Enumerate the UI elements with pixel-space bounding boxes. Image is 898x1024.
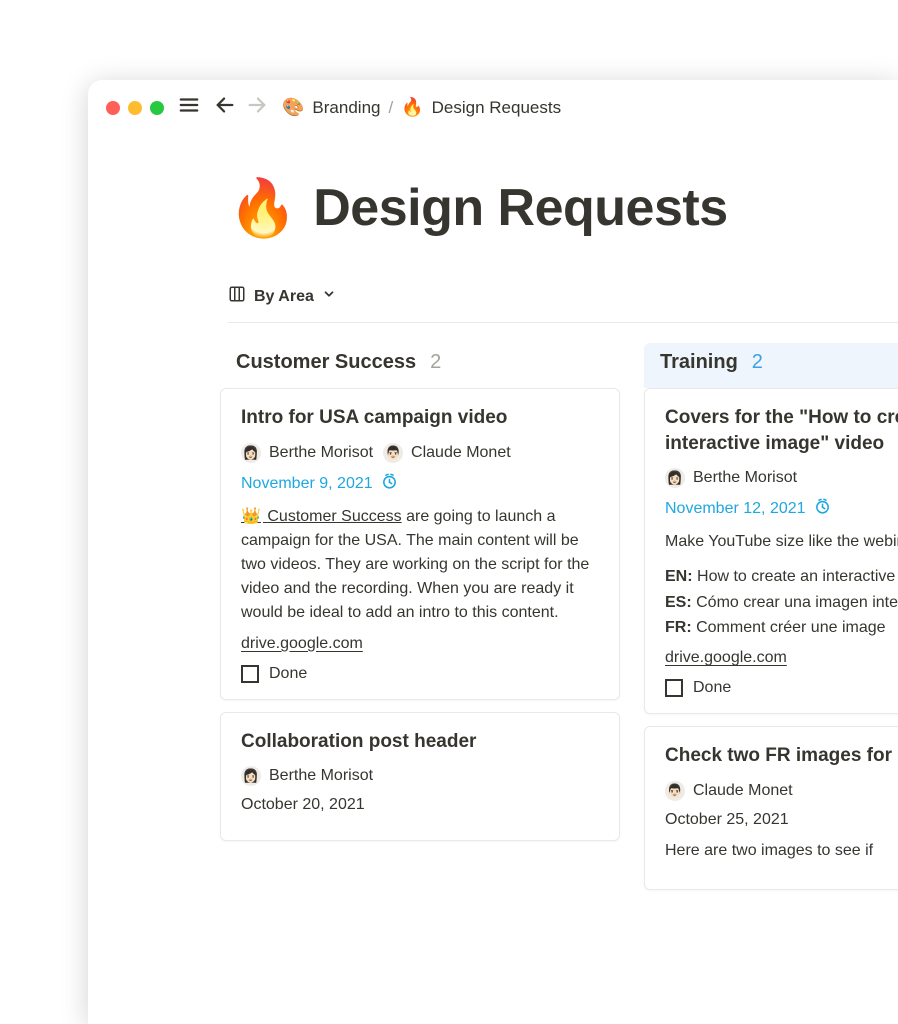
titlebar: 🎨 Branding / 🔥 Design Requests (88, 80, 898, 135)
card-covers-howto[interactable]: Covers for the "How to create an interac… (644, 388, 898, 714)
page-title-text: Design Requests (313, 178, 727, 238)
close-window-icon[interactable] (106, 101, 120, 115)
hamburger-icon[interactable] (178, 94, 200, 121)
person: 👩🏻 Berthe Morisot (241, 766, 373, 786)
language-list: EN: How to create an interactive ES: Cóm… (665, 564, 898, 641)
card-people: 👩🏻 Berthe Morisot (665, 468, 898, 488)
window-controls (106, 101, 164, 115)
column-training: Training 2 Covers for the "How to create… (644, 343, 898, 902)
card-title: Covers for the "How to create an interac… (665, 405, 898, 456)
page-mention[interactable]: 👑 Customer Success (241, 508, 402, 525)
card-link[interactable]: drive.google.com (241, 635, 599, 653)
avatar-icon: 👩🏻 (241, 443, 261, 463)
checkbox-icon[interactable] (241, 665, 259, 683)
person: 👩🏻 Berthe Morisot (241, 443, 373, 463)
board-icon (228, 285, 246, 308)
clock-icon (381, 473, 398, 495)
person-name: Berthe Morisot (269, 767, 373, 785)
card-people: 👩🏻 Berthe Morisot (241, 766, 599, 786)
person-name: Claude Monet (693, 782, 793, 800)
card-body: Here are two images to see if (665, 839, 898, 863)
card-date: October 25, 2021 (665, 811, 898, 829)
breadcrumb-parent[interactable]: Branding (312, 98, 380, 118)
date-text: November 9, 2021 (241, 475, 373, 493)
column-title: Customer Success (236, 351, 416, 374)
breadcrumb-separator: / (388, 98, 393, 118)
forward-arrow-icon[interactable] (246, 94, 268, 121)
done-label: Done (269, 665, 307, 683)
person: 👨🏻 Claude Monet (383, 443, 511, 463)
breadcrumb-current-emoji: 🔥 (401, 97, 423, 118)
date-text: October 20, 2021 (241, 796, 365, 814)
page-content: 🔥 Design Requests By Area Customer Succe… (88, 135, 898, 902)
done-checkbox-row[interactable]: Done (665, 679, 898, 697)
avatar-icon: 👩🏻 (241, 766, 261, 786)
minimize-window-icon[interactable] (128, 101, 142, 115)
date-text: November 12, 2021 (665, 500, 806, 518)
card-date: November 12, 2021 (665, 498, 898, 520)
avatar-icon: 👨🏻 (665, 781, 685, 801)
page-title: 🔥 Design Requests (228, 175, 898, 241)
person-name: Berthe Morisot (269, 444, 373, 462)
done-label: Done (693, 679, 731, 697)
column-count: 2 (430, 351, 441, 374)
card-people: 👨🏻 Claude Monet (665, 781, 898, 801)
page-title-emoji: 🔥 (228, 175, 297, 241)
back-arrow-icon[interactable] (214, 94, 236, 121)
card-title: Intro for USA campaign video (241, 405, 599, 431)
card-title: Collaboration post header (241, 729, 599, 755)
column-header[interactable]: Customer Success 2 (220, 343, 620, 388)
app-window: 🎨 Branding / 🔥 Design Requests 🔥 Design … (88, 80, 898, 1024)
date-text: October 25, 2021 (665, 811, 789, 829)
clock-icon (814, 498, 831, 520)
column-count: 2 (752, 351, 763, 374)
card-date: November 9, 2021 (241, 473, 599, 495)
done-checkbox-row[interactable]: Done (241, 665, 599, 683)
card-body: 👑 Customer Success are going to launch a… (241, 505, 599, 625)
card-people: 👩🏻 Berthe Morisot 👨🏻 Claude Monet (241, 443, 599, 463)
column-title: Training (660, 351, 738, 374)
avatar-icon: 👩🏻 (665, 468, 685, 488)
breadcrumb: 🎨 Branding / 🔥 Design Requests (282, 97, 561, 118)
person: 👨🏻 Claude Monet (665, 781, 793, 801)
checkbox-icon[interactable] (665, 679, 683, 697)
person-name: Berthe Morisot (693, 469, 797, 487)
card-link[interactable]: drive.google.com (665, 649, 898, 667)
column-customer-success: Customer Success 2 Intro for USA campaig… (220, 343, 620, 902)
breadcrumb-current[interactable]: Design Requests (432, 98, 561, 118)
view-label: By Area (254, 288, 314, 306)
view-switcher[interactable]: By Area (228, 285, 898, 322)
card-title: Check two FR images for (665, 743, 898, 769)
card-collab-post[interactable]: Collaboration post header 👩🏻 Berthe Mori… (220, 712, 620, 842)
column-header[interactable]: Training 2 (644, 343, 898, 388)
person-name: Claude Monet (411, 444, 511, 462)
card-body-intro: Make YouTube size like the webinar, but … (665, 530, 898, 554)
person: 👩🏻 Berthe Morisot (665, 468, 797, 488)
avatar-icon: 👨🏻 (383, 443, 403, 463)
card-date: October 20, 2021 (241, 796, 599, 814)
board: Customer Success 2 Intro for USA campaig… (220, 323, 898, 902)
card-check-fr[interactable]: Check two FR images for 👨🏻 Claude Monet … (644, 726, 898, 890)
nav-arrows (214, 94, 268, 121)
breadcrumb-parent-emoji: 🎨 (282, 97, 304, 118)
card-intro-usa[interactable]: Intro for USA campaign video 👩🏻 Berthe M… (220, 388, 620, 700)
maximize-window-icon[interactable] (150, 101, 164, 115)
chevron-down-icon (322, 287, 336, 306)
